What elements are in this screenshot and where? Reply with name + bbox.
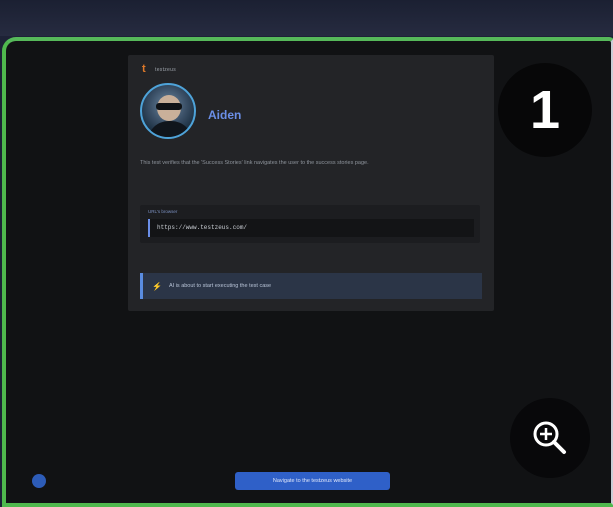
navigate-button[interactable]: Navigate to the testzeus website [235, 472, 390, 490]
info-dot-icon[interactable] [32, 474, 46, 488]
lightning-bolt-icon: ⚡ [152, 281, 162, 291]
zoom-in-icon [533, 421, 566, 454]
url-field[interactable]: https://www.testzeus.com/ [148, 219, 474, 237]
agent-info-card: t testzeus Aiden This test verifies that… [128, 55, 494, 311]
brand-row: t testzeus [142, 64, 176, 75]
zoom-button[interactable] [510, 398, 590, 478]
testzeus-logo-icon: t [142, 63, 146, 75]
status-banner: ⚡ AI is about to start executing the tes… [140, 273, 482, 299]
agent-name: Aiden [208, 108, 242, 122]
status-text: AI is about to start executing the test … [168, 283, 272, 289]
browser-top-bar [0, 0, 613, 36]
step-number-badge: 1 [498, 63, 592, 157]
url-label: URL's browser [148, 209, 178, 214]
agent-avatar [140, 83, 196, 139]
avatar-glasses [156, 103, 182, 110]
avatar-body [147, 121, 193, 137]
brand-name: testzeus [155, 66, 177, 73]
url-box: URL's browser https://www.testzeus.com/ [140, 205, 480, 243]
test-description: This test verifies that the 'Success Sto… [140, 160, 369, 166]
